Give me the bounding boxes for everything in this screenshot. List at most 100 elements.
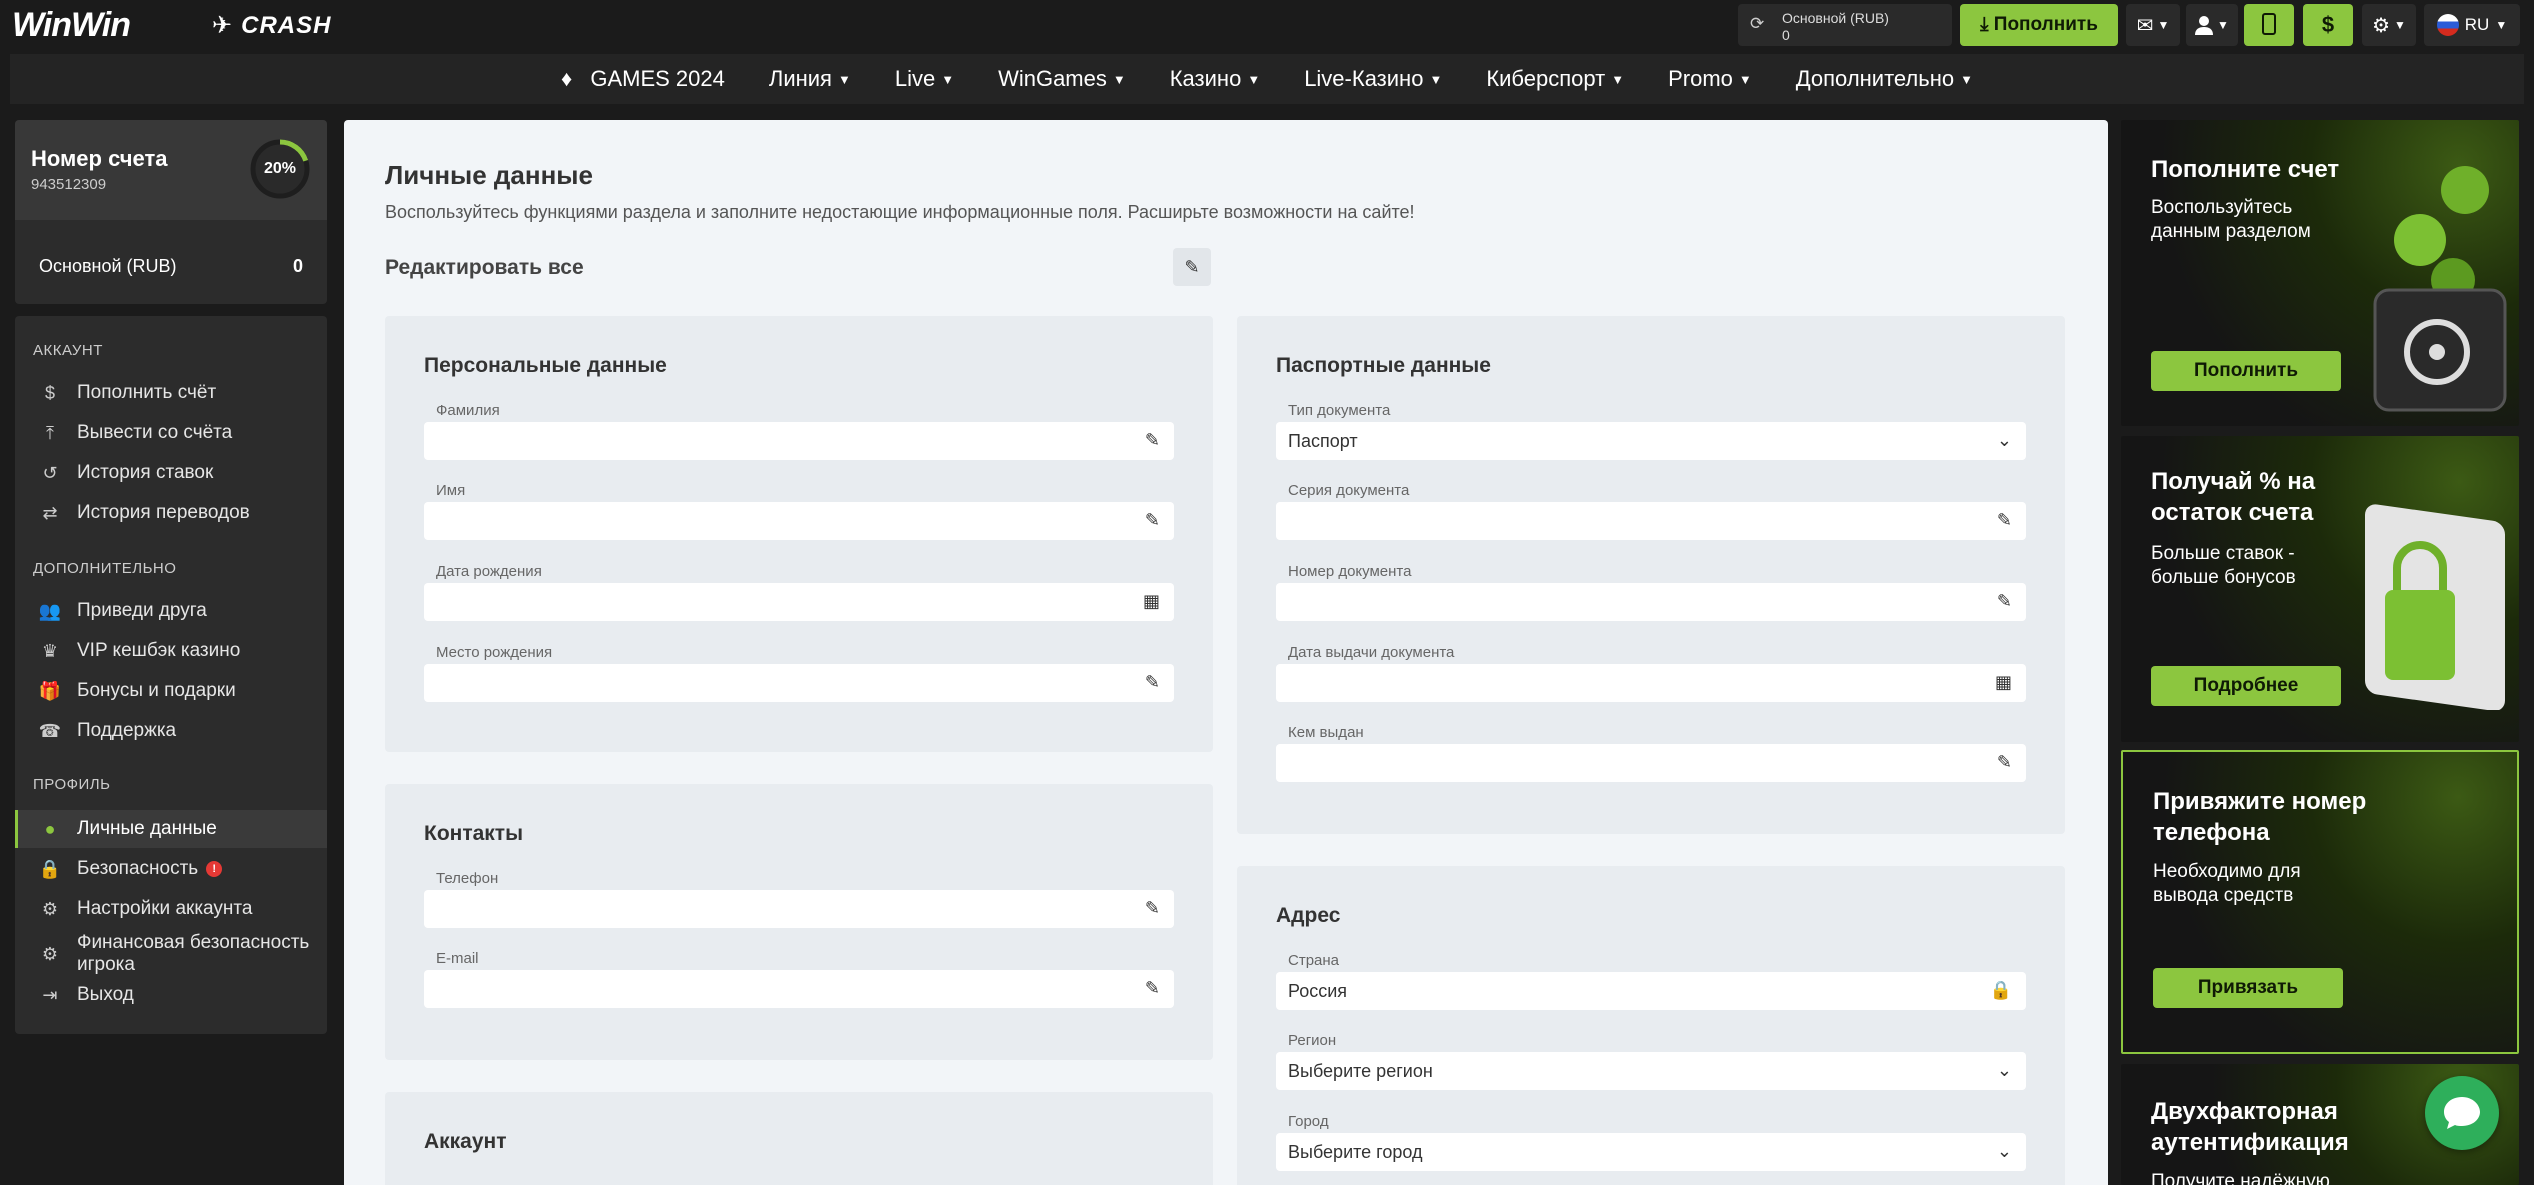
sidebar-item-security[interactable]: 🔒 Безопасность! (15, 850, 327, 888)
name-field[interactable]: ✎ (424, 502, 1174, 540)
sidebar-item-bonuses[interactable]: 🎁 Бонусы и подарки (15, 672, 327, 710)
progress-percent: 20% (263, 160, 297, 177)
winwin-logo[interactable]: WinWin (12, 6, 131, 45)
nav-wingames[interactable]: WinGames ▼ (976, 66, 1148, 92)
promo-text: Больше ставок - больше бонусов (2151, 543, 2296, 588)
document-number-field[interactable]: ✎ (1276, 583, 2026, 621)
pencil-icon[interactable]: ✎ (1145, 510, 1160, 531)
chevron-down-icon: ▼ (1112, 71, 1126, 87)
topup-button[interactable]: ⤓ Пополнить (1960, 4, 2118, 46)
field-label: E-mail (436, 950, 479, 967)
sidebar-item-label: Безопасность (77, 858, 199, 879)
account-panel: Аккаунт (385, 1092, 1213, 1185)
pencil-icon[interactable]: ✎ (1997, 752, 2012, 773)
sidebar-item-label: Выход (77, 984, 134, 1005)
mobile-app-button[interactable] (2244, 4, 2294, 46)
page-subtitle: Воспользуйтесь функциями раздела и запол… (385, 202, 1415, 222)
balance-value: 0 (1782, 27, 1790, 43)
edit-all-button[interactable]: ✎ (1173, 248, 1211, 286)
section-profile: ПРОФИЛЬ (33, 776, 111, 793)
field-label: Город (1288, 1113, 1329, 1130)
field-label: Страна (1288, 952, 1340, 969)
birthdate-field[interactable]: ▦ (424, 583, 1174, 621)
upload-icon: ⤒ (46, 422, 54, 443)
section-account: АККАУНТ (33, 342, 103, 359)
promo-title: Получай % на остаток счета (2151, 468, 2316, 526)
pencil-icon[interactable]: ✎ (1145, 898, 1160, 919)
sidebar-item-support[interactable]: ☎ Поддержка (15, 712, 327, 750)
promo-title: Двухфакторная аутентификация (2151, 1098, 2349, 1156)
nav-line[interactable]: Линия ▼ (747, 66, 873, 92)
gear-icon: ⚙ (41, 898, 59, 919)
alert-badge-icon: ! (206, 861, 223, 877)
region-select[interactable]: Выберите регион ⌄ (1276, 1052, 2026, 1090)
settings-menu[interactable]: ⚙ ▼ (2362, 4, 2416, 46)
field-label: Телефон (436, 870, 499, 887)
nav-label: Казино (1169, 66, 1242, 91)
phone-field[interactable]: ✎ (424, 890, 1174, 928)
pencil-icon[interactable]: ✎ (1997, 510, 2012, 531)
chevron-down-icon: ▼ (2495, 18, 2508, 32)
nav-live[interactable]: Live ▼ (873, 66, 976, 92)
chat-bubble-icon (2444, 1097, 2480, 1129)
document-series-field[interactable]: ✎ (1276, 502, 2026, 540)
document-type-select[interactable]: Паспорт ⌄ (1276, 422, 2026, 460)
field-label: Кем выдан (1288, 724, 1364, 741)
pencil-icon[interactable]: ✎ (1145, 672, 1160, 693)
calendar-icon[interactable]: ▦ (1143, 591, 1160, 612)
mail-menu[interactable]: ✉ ▼ (2126, 4, 2180, 46)
sidebar-item-withdraw[interactable]: ⤒ Вывести со счёта (15, 414, 327, 452)
nav-live-casino[interactable]: Live-Казино ▼ (1282, 66, 1464, 92)
account-balance-label: Основной (RUB) (39, 256, 177, 276)
pencil-icon[interactable]: ✎ (1145, 978, 1160, 999)
pencil-icon[interactable]: ✎ (1997, 591, 2012, 612)
sidebar-item-invite[interactable]: 👥 Приведи друга (15, 592, 327, 630)
email-field[interactable]: ✎ (424, 970, 1174, 1008)
sidebar-menu: АККАУНТ $ Пополнить счёт ⤒ Вывести со счёт… (15, 316, 327, 1034)
sidebar-item-personal[interactable]: ● Личные данные (15, 810, 327, 848)
sidebar-item-settings[interactable]: ⚙ Настройки аккаунта (15, 890, 327, 928)
gear-icon: ⚙ (41, 944, 59, 964)
issued-by-field[interactable]: ✎ (1276, 744, 2026, 782)
nav-casino[interactable]: Казино ▼ (1148, 66, 1282, 92)
panel-title: Паспортные данные (1276, 354, 1491, 377)
issue-date-field[interactable]: ▦ (1276, 664, 2026, 702)
birthplace-field[interactable]: ✎ (424, 664, 1174, 702)
nav-promo[interactable]: Promo ▼ (1646, 66, 1774, 92)
promo-text: Необходимо для вывода средств (2153, 861, 2301, 906)
balance-label: Основной (RUB) (1782, 10, 1889, 26)
surname-field[interactable]: ✎ (424, 422, 1174, 460)
sidebar-item-topup[interactable]: $ Пополнить счёт (15, 374, 327, 412)
promo-bind-button[interactable]: Привязать (2153, 968, 2343, 1008)
profile-progress: 20% (249, 138, 311, 200)
calendar-icon[interactable]: ▦ (1995, 672, 2012, 693)
users-icon: 👥 (38, 600, 62, 621)
pencil-icon[interactable]: ✎ (1145, 430, 1160, 451)
sidebar-item-financial-security[interactable]: ⚙ Финансовая безопасность игрока (15, 928, 327, 980)
chevron-down-icon: ⌄ (1996, 430, 2012, 450)
language-selector[interactable]: RU ▼ (2424, 4, 2520, 46)
nav-more[interactable]: Дополнительно ▼ (1774, 66, 1995, 92)
chat-button[interactable] (2425, 1076, 2499, 1150)
city-select[interactable]: Выберите город ⌄ (1276, 1133, 2026, 1171)
crash-link[interactable]: ✈ CRASH (212, 11, 331, 40)
sidebar-item-transfer-history[interactable]: ⇄ История переводов (15, 494, 327, 532)
balance-selector[interactable]: ⟳ Основной (RUB) 0 (1738, 4, 1952, 46)
russia-flag-icon (2436, 14, 2459, 36)
chevron-down-icon: ▼ (1429, 71, 1443, 87)
refresh-icon[interactable]: ⟳ (1750, 14, 1764, 34)
dollar-button[interactable]: $ (2303, 4, 2353, 46)
passport-data-panel: Паспортные данные Тип документа Паспорт ⌄… (1237, 316, 2065, 834)
sidebar-item-logout[interactable]: ⇥ Выход (15, 976, 327, 1014)
user-menu[interactable]: ▼ (2186, 4, 2238, 46)
user-icon: ● (44, 818, 56, 839)
promo-bind-phone: Привяжите номер телефона Необходимо для … (2121, 750, 2519, 1054)
promo-text: Воспользуйтесь данным разделом (2151, 197, 2311, 242)
sidebar-item-bet-history[interactable]: ↺ История ставок (15, 454, 327, 492)
promo-details-button[interactable]: Подробнее (2151, 666, 2341, 706)
nav-games-2024[interactable]: ♦ GAMES 2024 (539, 66, 747, 92)
promo-topup-button[interactable]: Пополнить (2151, 351, 2341, 391)
sidebar-item-vip[interactable]: ♛ VIP кешбэк казино (15, 632, 327, 670)
nav-esports[interactable]: Киберспорт ▼ (1464, 66, 1646, 92)
lock-icon: 🔒 (1989, 980, 2012, 1000)
